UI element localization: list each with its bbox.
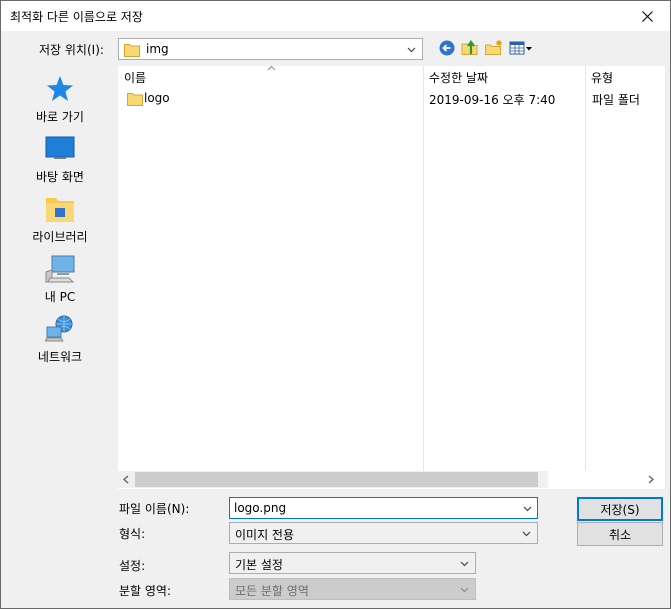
format-value: 이미지 전용 [235,528,295,542]
close-button[interactable] [624,1,670,31]
place-label: 내 PC [44,290,76,304]
table-row[interactable]: logo 2019-09-16 오후 7:40 파일 폴더 [118,88,665,110]
settings-label: 설정: [119,559,146,573]
scroll-right-icon[interactable] [647,475,655,484]
chevron-down-icon [460,587,469,593]
settings-value: 기본 설정 [235,558,283,572]
horizontal-scrollbar[interactable] [118,471,548,488]
places-bar: 바로 가기 바탕 화면 라이브러리 내 PC 네트워크 [9,66,111,496]
save-button[interactable]: 저장(S) [577,497,663,521]
column-divider [423,66,424,471]
computer-icon [45,255,75,283]
place-quick-access[interactable]: 바로 가기 [9,74,111,134]
chevron-down-icon [460,561,469,567]
format-dropdown[interactable]: 이미지 전용 [229,522,538,544]
up-folder-button[interactable] [460,38,480,58]
column-header-date[interactable]: 수정한 날짜 [423,66,585,88]
slice-value: 모든 분할 영역 [235,584,309,598]
location-value: img [146,42,169,56]
library-icon [46,198,74,222]
column-divider [585,66,586,471]
place-label: 네트워크 [37,350,83,364]
up-folder-icon [461,40,478,55]
column-header-type[interactable]: 유형 [585,66,665,88]
file-list[interactable]: 이름 수정한 날짜 유형 logo 2019-09-16 오후 7:40 파일 … [118,65,665,489]
place-label: 바로 가기 [36,110,84,124]
file-name: logo [144,91,170,105]
back-arrow-icon [439,40,455,56]
file-type: 파일 폴더 [592,93,640,107]
folder-icon [127,93,143,106]
column-header-name[interactable]: 이름 [118,66,423,88]
place-label: 바탕 화면 [36,170,84,184]
settings-dropdown[interactable]: 기본 설정 [229,552,476,574]
chevron-down-icon [522,531,531,537]
format-label: 형식: [119,527,146,541]
window-title: 최적화 다른 이름으로 저장 [10,10,143,24]
view-menu-button[interactable] [508,38,534,58]
scrollbar-thumb[interactable] [135,472,538,487]
place-desktop[interactable]: 바탕 화면 [9,134,111,194]
back-button[interactable] [437,38,457,58]
place-libraries[interactable]: 라이브러리 [9,194,111,254]
new-folder-button[interactable] [484,38,504,58]
close-icon [641,10,653,22]
chevron-down-icon[interactable] [523,504,532,513]
slice-dropdown: 모든 분할 영역 [229,578,476,600]
filename-value: logo.png [234,501,287,515]
scroll-left-icon[interactable] [122,475,130,484]
save-as-dialog: 최적화 다른 이름으로 저장 저장 위치(I): img 바로 가기 바탕 화면… [0,0,671,609]
network-icon [45,315,73,342]
place-network[interactable]: 네트워크 [9,314,111,374]
location-dropdown[interactable]: img [118,38,423,60]
filename-input[interactable]: logo.png [229,497,538,519]
location-label: 저장 위치(I): [39,43,104,57]
new-folder-icon [485,40,502,55]
title-bar: 최적화 다른 이름으로 저장 [1,1,670,31]
desktop-icon [45,136,75,159]
chevron-down-icon [407,47,416,53]
view-grid-icon [509,41,532,55]
star-icon [47,76,73,101]
cancel-button[interactable]: 취소 [577,522,663,546]
file-date: 2019-09-16 오후 7:40 [429,93,556,107]
slice-label: 분할 영역: [119,584,172,598]
folder-icon [124,44,140,57]
place-this-pc[interactable]: 내 PC [9,254,111,314]
place-label: 라이브러리 [32,230,88,244]
filename-label: 파일 이름(N): [119,502,190,516]
